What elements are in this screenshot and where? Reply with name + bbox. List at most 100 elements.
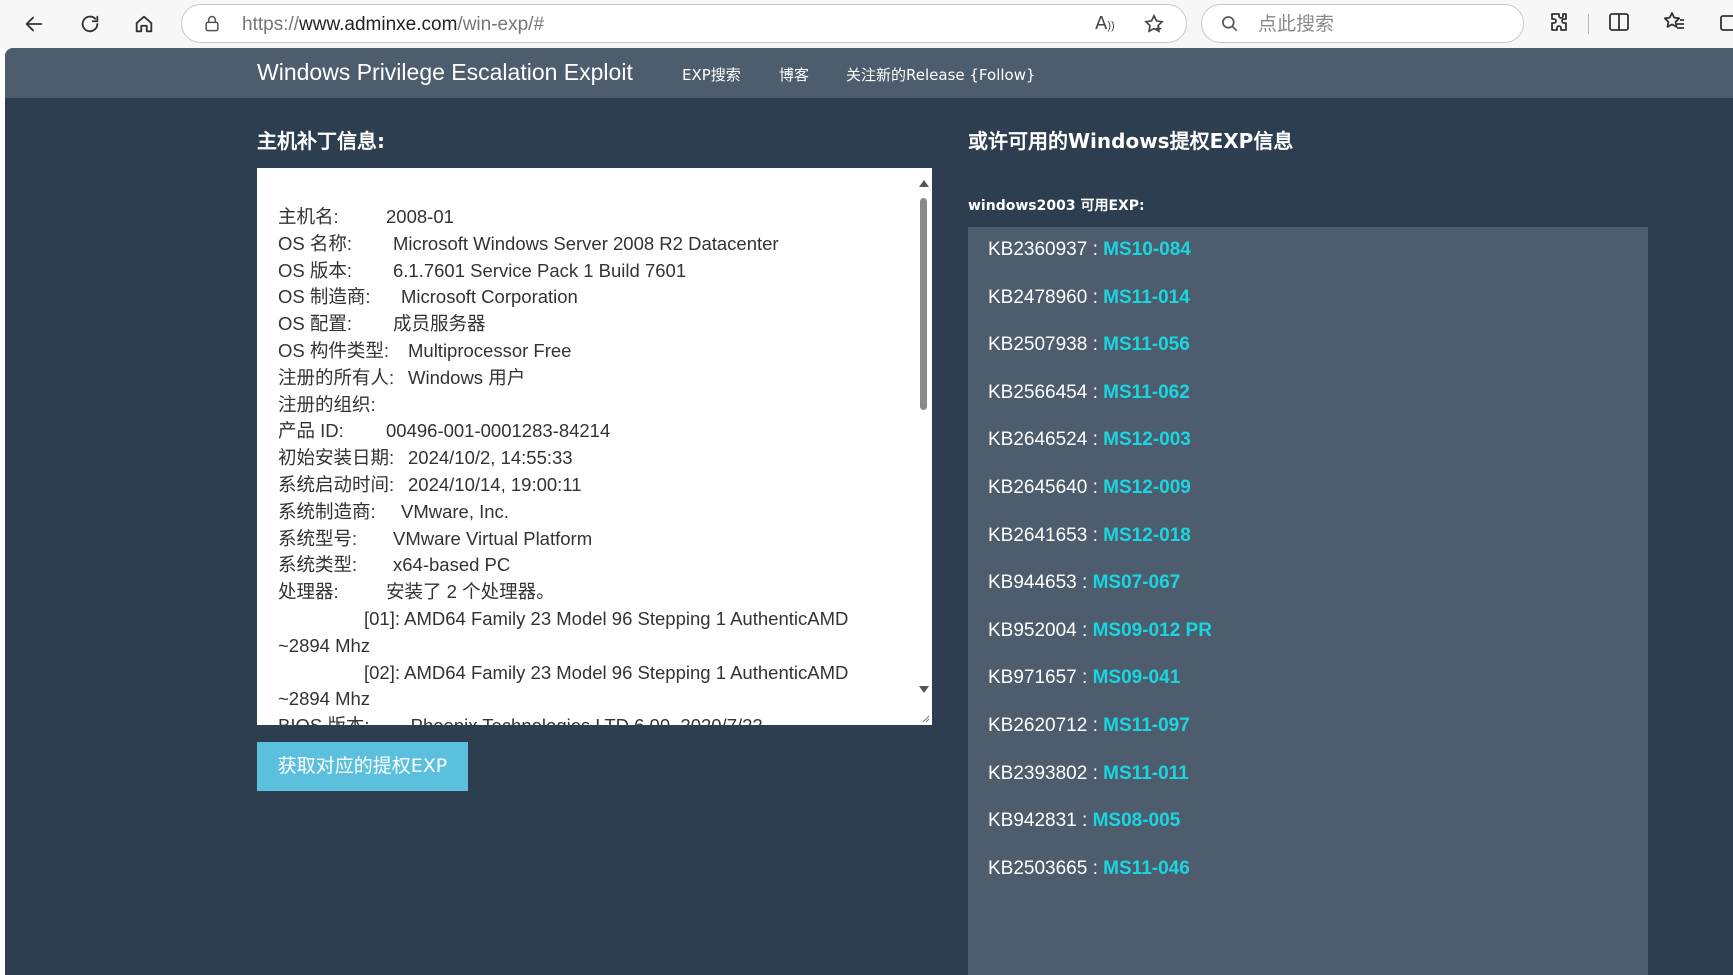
nav-link-exp-search[interactable]: EXP搜索 xyxy=(682,64,741,85)
systeminfo-textarea[interactable]: 主机名: 2008-01 OS 名称: Microsoft Windows Serve… xyxy=(257,168,932,725)
exp-list-item: KB2641653 : MS12-018 xyxy=(988,525,1191,547)
browser-toolbar: https://www.adminxe.com/win-exp/# A)) xyxy=(0,0,1733,48)
info-row: 系统制造商: VMware, Inc. xyxy=(278,499,888,526)
info-key: 注册的所有人: xyxy=(278,366,395,388)
search-icon xyxy=(1220,14,1240,39)
info-value: 2008-01 xyxy=(386,206,454,227)
kb-number: KB971657 xyxy=(988,667,1077,689)
info-key: 注册的组织: xyxy=(278,393,376,415)
info-value: 2024/10/14, 19:00:11 xyxy=(408,473,582,495)
info-row: 产品 ID: 00496-001-0001283-84214 xyxy=(278,418,888,445)
processor-line: ~2894 Mhz xyxy=(278,634,371,656)
refresh-icon[interactable] xyxy=(72,6,108,42)
exp-list-item: KB2566454 : MS11-062 xyxy=(988,382,1190,404)
info-row: OS 配置: 成员服务器 xyxy=(278,311,888,338)
nav-link-blog[interactable]: 博客 xyxy=(779,64,809,85)
exp-info-heading: 或许可用的Windows提权EXP信息 xyxy=(968,129,1294,153)
systeminfo-content: 主机名: 2008-01 OS 名称: Microsoft Windows Serve… xyxy=(278,204,888,725)
info-value: 00496-001-0001283-84214 xyxy=(386,420,611,442)
collections-icon[interactable] xyxy=(1718,10,1733,38)
ms-bulletin-link[interactable]: MS11-056 xyxy=(1103,334,1190,355)
ms-bulletin-link[interactable]: MS08-005 xyxy=(1093,810,1181,831)
info-key: 系统启动时间: xyxy=(278,473,395,495)
info-key: OS 配置: xyxy=(278,313,353,335)
info-value: VMware, Inc. xyxy=(401,500,509,522)
os-exp-label: windows2003 可用EXP: xyxy=(968,198,1145,214)
exp-list-item: KB2646524 : MS12-003 xyxy=(988,429,1191,451)
info-value: 安装了 2 个处理器。 xyxy=(386,581,555,603)
scroll-thumb[interactable] xyxy=(920,198,927,410)
kb-number: KB2503665 xyxy=(988,857,1088,879)
favorites-icon[interactable] xyxy=(1662,10,1690,38)
kb-separator: : xyxy=(1076,572,1093,594)
ms-bulletin-link[interactable]: MS12-018 xyxy=(1103,525,1191,546)
exp-list-item: KB944653 : MS07-067 xyxy=(988,572,1180,594)
kb-number: KB944653 xyxy=(988,572,1077,594)
info-key: OS 制造商: xyxy=(278,286,371,308)
toolbar-divider xyxy=(1588,14,1589,34)
exp-list-item: KB2360937 : MS10-084 xyxy=(988,239,1191,261)
browser-search-input[interactable] xyxy=(1258,11,1508,37)
exp-list-item: KB2478960 : MS11-014 xyxy=(988,287,1190,309)
url-text[interactable]: https://www.adminxe.com/win-exp/# xyxy=(242,14,544,36)
split-screen-icon[interactable] xyxy=(1607,10,1635,38)
favorite-star-icon[interactable] xyxy=(1143,13,1167,37)
scroll-up-arrow-icon[interactable] xyxy=(919,180,929,187)
kb-separator: : xyxy=(1087,381,1104,403)
ms-bulletin-link[interactable]: MS12-003 xyxy=(1103,429,1191,450)
scroll-down-arrow-icon[interactable] xyxy=(919,686,929,693)
info-key: OS 版本: xyxy=(278,259,353,281)
ms-bulletin-link[interactable]: MS11-014 xyxy=(1103,287,1190,308)
exp-list-item: KB942831 : MS08-005 xyxy=(988,810,1180,832)
info-row: OS 制造商: Microsoft Corporation xyxy=(278,284,888,311)
kb-separator: : xyxy=(1087,477,1104,498)
textarea-scrollbar[interactable] xyxy=(915,168,932,725)
ms-bulletin-link[interactable]: MS09-012 PR xyxy=(1093,620,1212,641)
read-aloud-icon[interactable]: A)) xyxy=(1095,13,1119,37)
info-row: 注册的所有人: Windows 用户 xyxy=(278,365,888,392)
ms-bulletin-link[interactable]: MS12-009 xyxy=(1103,477,1191,498)
info-row: 系统启动时间: 2024/10/14, 19:00:11 xyxy=(278,472,888,499)
bios-line: BIOS 版本: Phoenix Technologies LTD 6.00, … xyxy=(278,713,888,725)
info-key: 系统类型: xyxy=(278,554,358,576)
kb-number: KB2645640 xyxy=(988,477,1088,498)
nav-link-follow[interactable]: 关注新的Release {Follow} xyxy=(846,64,1036,85)
kb-number: KB942831 xyxy=(988,810,1077,832)
get-exp-button[interactable]: 获取对应的提权EXP xyxy=(257,742,468,791)
browser-search-bar[interactable] xyxy=(1201,4,1524,43)
kb-separator: : xyxy=(1087,857,1104,879)
site-brand[interactable]: Windows Privilege Escalation Exploit xyxy=(257,59,633,86)
exp-list-item: KB2393802 : MS11-011 xyxy=(988,763,1189,785)
exp-list-item: KB2503665 : MS11-046 xyxy=(988,858,1190,880)
info-value: 6.1.7601 Service Pack 1 Build 7601 xyxy=(393,259,687,281)
resize-grip-icon[interactable] xyxy=(920,713,930,723)
info-key: 初始安装日期: xyxy=(278,447,395,469)
kb-number: KB2393802 xyxy=(988,762,1088,784)
processor-line: ~2894 Mhz xyxy=(278,688,371,710)
info-key: OS 构件类型: xyxy=(278,339,390,361)
info-key: 处理器: xyxy=(278,581,339,603)
info-key: OS 名称: xyxy=(278,232,353,254)
info-value: 2024/10/2, 14:55:33 xyxy=(408,447,573,469)
ms-bulletin-link[interactable]: MS11-046 xyxy=(1103,858,1190,879)
ms-bulletin-link[interactable]: MS11-062 xyxy=(1103,382,1190,403)
home-icon[interactable] xyxy=(126,6,162,42)
info-row: 初始安装日期: 2024/10/2, 14:55:33 xyxy=(278,445,888,472)
info-row: OS 版本: 6.1.7601 Service Pack 1 Build 7601 xyxy=(278,258,888,285)
info-key: 系统制造商: xyxy=(278,500,376,522)
extensions-icon[interactable] xyxy=(1547,10,1575,38)
ms-bulletin-link[interactable]: MS07-067 xyxy=(1093,572,1181,593)
kb-separator: : xyxy=(1087,286,1104,308)
lock-icon[interactable] xyxy=(202,14,222,34)
kb-number: KB952004 xyxy=(988,619,1077,641)
ms-bulletin-link[interactable]: MS11-097 xyxy=(1103,715,1190,736)
back-icon[interactable] xyxy=(16,6,52,42)
ms-bulletin-link[interactable]: MS10-084 xyxy=(1103,239,1191,260)
ms-bulletin-link[interactable]: MS11-011 xyxy=(1103,763,1189,784)
info-key: 产品 ID: xyxy=(278,420,344,442)
ms-bulletin-link[interactable]: MS09-041 xyxy=(1093,667,1181,688)
address-bar[interactable]: https://www.adminxe.com/win-exp/# A)) xyxy=(181,4,1187,43)
exp-list-item: KB2620712 : MS11-097 xyxy=(988,715,1190,737)
info-row: 注册的组织: xyxy=(278,392,888,419)
exp-list-item: KB2645640 : MS12-009 xyxy=(988,477,1191,499)
